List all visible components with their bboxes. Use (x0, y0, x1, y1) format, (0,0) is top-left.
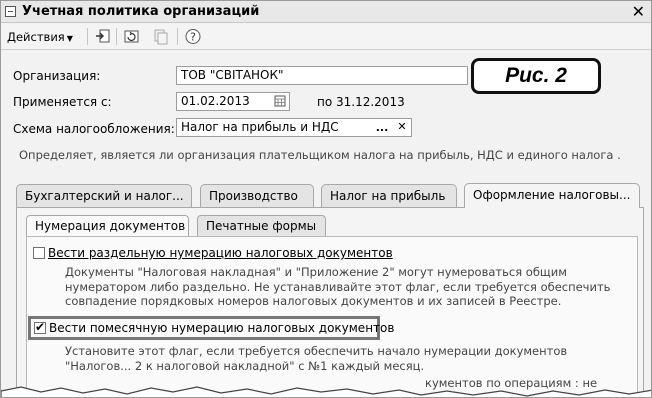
description-line: Установите этот флаг, если требуется обе… (65, 344, 568, 358)
subtab-label: Нумерация документов (35, 219, 186, 233)
import-icon[interactable] (94, 28, 112, 45)
refresh-icon[interactable] (123, 28, 141, 45)
tab-label: Производство (209, 189, 298, 203)
tab-tax-documents[interactable]: Оформление налоговы... (464, 183, 640, 208)
calendar-icon[interactable] (273, 94, 287, 109)
subtab-numbering[interactable]: Нумерация документов (26, 215, 189, 236)
actions-menu-button[interactable]: Действия ▼ (7, 30, 73, 44)
monthly-numbering-checkbox-row[interactable]: Вести помесячную нумерацию налоговых док… (34, 320, 394, 337)
description-line: нумератором либо раздельно. Не устанавли… (65, 279, 611, 294)
tab-profit-tax[interactable]: Налог на прибыль (321, 184, 457, 207)
applies-to-text: по 31.12.2013 (317, 95, 405, 109)
tax-scheme-label: Схема налогообложения: (13, 122, 175, 136)
tab-label: Оформление налоговы... (473, 188, 631, 202)
subtab-label: Печатные формы (206, 219, 317, 233)
window-icon (5, 6, 16, 17)
policy-window: Учетная политика организаций ✕ Действия ▼… (0, 0, 652, 398)
monthly-numbering-label: Вести помесячную нумерацию налоговых док… (49, 321, 395, 335)
svg-text:?: ? (190, 31, 196, 44)
monthly-numbering-checkbox[interactable] (34, 320, 46, 334)
subtab-print-forms[interactable]: Печатные формы (197, 215, 326, 236)
help-icon[interactable]: ? (184, 28, 202, 45)
tab-label: Налог на прибыль (330, 189, 446, 203)
organization-label: Организация: (13, 69, 101, 83)
separate-numbering-checkbox-row[interactable]: Вести раздельную нумерацию налоговых док… (33, 246, 393, 262)
close-icon[interactable]: ✕ (632, 2, 645, 21)
description-line: Документы "Налоговая накладная" и "Прило… (65, 265, 567, 279)
organization-field[interactable]: ТОВ "СВІТАНОК" (176, 66, 468, 85)
description-line: совпадение порядковых номеров налоговых … (65, 294, 562, 308)
toolbar-divider (87, 28, 88, 45)
tax-scheme-value: Налог на прибыль и НДС (181, 120, 339, 134)
select-button[interactable]: ... (375, 121, 389, 136)
applies-from-date-value: 01.02.2013 (181, 94, 250, 108)
description-line: "Налогов... 2 к налоговой накладной" с №… (65, 358, 425, 373)
figure-caption-text: Рис. 2 (505, 64, 567, 87)
tab-accounting-tax[interactable]: Бухгалтерский и налог... (16, 184, 192, 207)
separate-numbering-label: Вести раздельную нумерацию налоговых док… (48, 246, 393, 260)
monthly-numbering-description: Установите этот флаг, если требуется обе… (65, 344, 567, 373)
toolbar-divider (116, 28, 117, 45)
toolbar: Действия ▼ ? (1, 24, 651, 50)
toolbar-divider (177, 28, 178, 45)
clear-icon[interactable]: ✕ (395, 120, 409, 135)
tab-label: Бухгалтерский и налог... (25, 189, 184, 203)
dropdown-arrow-icon: ▼ (66, 34, 73, 43)
tax-scheme-hint: Определяет, является ли организация плат… (19, 148, 621, 162)
copy-icon[interactable] (152, 28, 170, 45)
torn-edge (1, 386, 651, 397)
applies-from-label: Применяется с: (13, 95, 112, 109)
actions-label: Действия (7, 30, 65, 44)
figure-caption: Рис. 2 (471, 58, 601, 94)
tab-production[interactable]: Производство (200, 184, 314, 207)
separate-numbering-description: Документы "Налоговая накладная" и "Прило… (65, 265, 610, 309)
separate-numbering-checkbox[interactable] (33, 247, 45, 259)
title-bar: Учетная политика организаций ✕ (1, 1, 651, 23)
window-title: Учетная политика организаций (22, 4, 260, 19)
